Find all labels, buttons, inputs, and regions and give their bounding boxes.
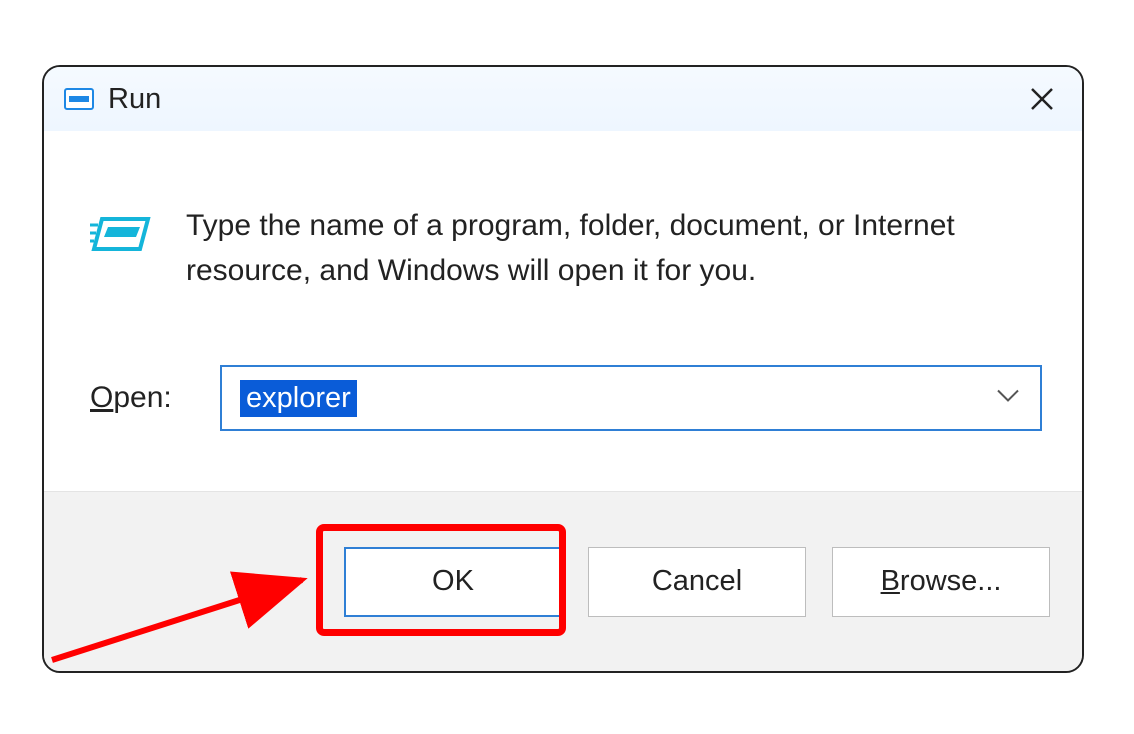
dialog-title: Run bbox=[108, 83, 161, 116]
run-dialog: Run Type the name of a program, folder, … bbox=[42, 65, 1084, 673]
open-combobox[interactable]: explorer bbox=[220, 365, 1042, 431]
ok-button[interactable]: OK bbox=[344, 547, 562, 617]
close-button[interactable] bbox=[1022, 79, 1062, 119]
dialog-footer: OK Cancel Browse... bbox=[44, 491, 1082, 671]
close-icon bbox=[1029, 86, 1055, 112]
run-icon bbox=[64, 88, 94, 110]
cancel-button[interactable]: Cancel bbox=[588, 547, 806, 617]
chevron-down-icon[interactable] bbox=[996, 389, 1020, 408]
titlebar[interactable]: Run bbox=[44, 67, 1082, 131]
open-input-value: explorer bbox=[240, 380, 357, 417]
open-label: Open: bbox=[90, 381, 198, 415]
dialog-description: Type the name of a program, folder, docu… bbox=[186, 203, 1026, 293]
dialog-body: Type the name of a program, folder, docu… bbox=[44, 131, 1082, 471]
browse-button[interactable]: Browse... bbox=[832, 547, 1050, 617]
run-large-icon bbox=[90, 207, 152, 257]
